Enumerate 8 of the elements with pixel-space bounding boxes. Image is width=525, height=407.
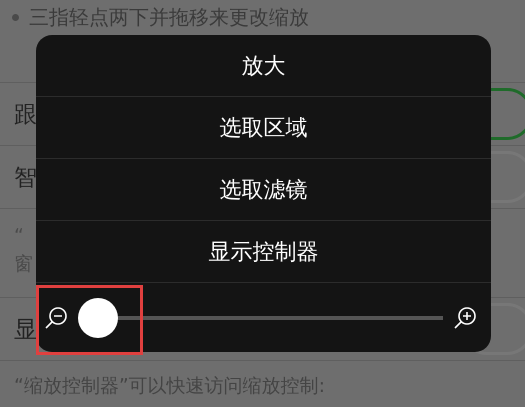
menu-item[interactable]: 放大 — [36, 35, 491, 97]
menu-item[interactable]: 选取区域 — [36, 97, 491, 159]
setting-label: 跟 — [14, 100, 37, 130]
setting-label: 智 — [14, 164, 37, 192]
menu-item[interactable]: 显示控制器 — [36, 221, 491, 283]
setting-label: 显 — [14, 316, 37, 344]
menu-item[interactable]: 选取滤镜 — [36, 159, 491, 221]
note-text: “ — [14, 225, 24, 247]
